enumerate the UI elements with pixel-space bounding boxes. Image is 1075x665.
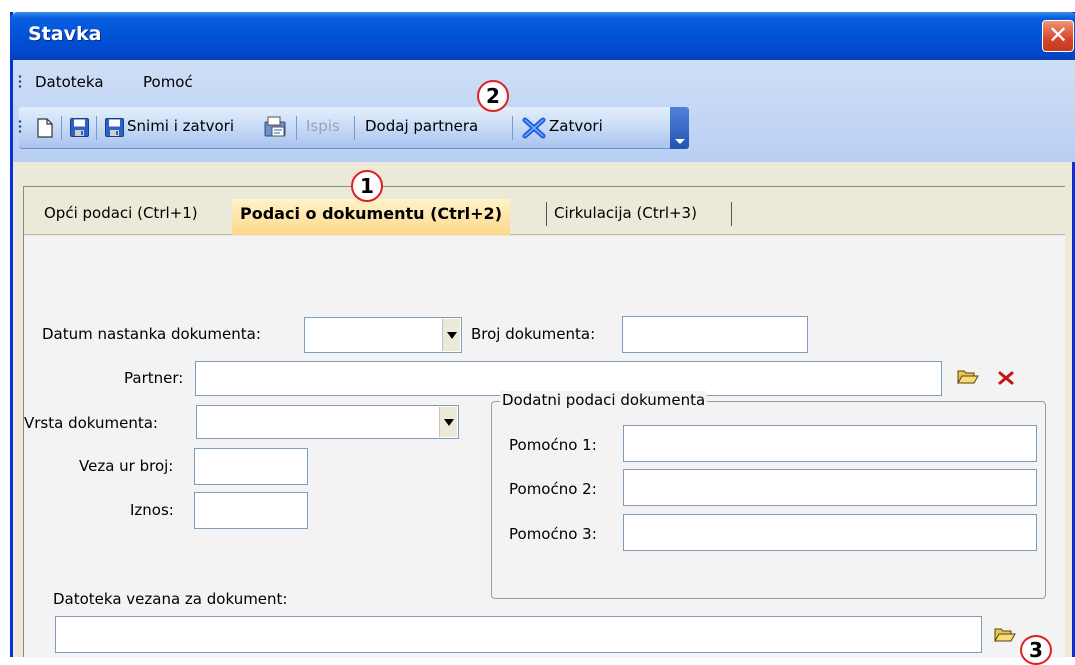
callout-2: 2 xyxy=(477,80,509,112)
doc-number-input[interactable] xyxy=(622,316,808,353)
aux3-input[interactable] xyxy=(623,514,1037,551)
aux3-label: Pomoćno 3: xyxy=(509,525,597,543)
clear-icon[interactable] xyxy=(998,371,1014,385)
extra-data-groupbox: Dodatni podaci dokumenta Pomoćno 1: Pomo… xyxy=(491,391,1046,599)
date-combo[interactable] xyxy=(304,317,462,353)
print-preview-icon[interactable] xyxy=(263,116,287,138)
ref-label: Veza ur broj: xyxy=(79,457,174,475)
menu-bar: Datoteka Pomoć xyxy=(13,60,1075,104)
doc-type-combo[interactable] xyxy=(196,405,459,439)
aux1-input[interactable] xyxy=(623,425,1037,462)
ref-input[interactable] xyxy=(194,448,308,485)
toolbar: Snimi i zatvori Ispis Dodaj partnera Zat… xyxy=(18,107,683,149)
doc-type-label: Vrsta dokumenta: xyxy=(24,414,158,432)
tab-cirkulacija[interactable]: Cirkulacija (Ctrl+3) xyxy=(554,204,697,222)
chevron-down-icon[interactable] xyxy=(439,407,457,437)
window-close-button[interactable]: ✕ xyxy=(1042,20,1074,52)
aux1-label: Pomoćno 1: xyxy=(509,436,597,454)
toolbar-separator xyxy=(61,116,62,140)
save-icon[interactable] xyxy=(70,118,89,137)
document-data-panel: Datum nastanka dokumenta: Broj dokumenta… xyxy=(24,236,1065,658)
chevron-down-icon[interactable] xyxy=(442,319,460,351)
tab-separator xyxy=(731,202,732,226)
file-input[interactable] xyxy=(55,616,982,653)
save-close-icon xyxy=(105,118,124,137)
aux2-label: Pomoćno 2: xyxy=(509,480,597,498)
save-close-label: Snimi i zatvori xyxy=(127,117,235,135)
toolbar-separator xyxy=(512,116,513,140)
menu-grip-icon[interactable] xyxy=(18,74,22,90)
window-title: Stavka xyxy=(28,23,102,45)
close-x-icon xyxy=(522,117,546,139)
amount-input[interactable] xyxy=(194,492,308,529)
tab-opci-podaci[interactable]: Opći podaci (Ctrl+1) xyxy=(44,204,198,222)
add-partner-button[interactable]: Dodaj partnera xyxy=(365,117,478,135)
callout-1: 1 xyxy=(351,170,383,202)
open-folder-icon[interactable] xyxy=(957,368,979,385)
tab-container: Opći podaci (Ctrl+1) Podaci o dokumentu … xyxy=(23,186,1065,658)
partner-label: Partner: xyxy=(124,369,184,387)
file-label: Datoteka vezana za dokument: xyxy=(53,590,288,608)
callout-3: 3 xyxy=(1020,635,1052,665)
toolbar-separator xyxy=(96,116,97,140)
command-area: Datoteka Pomoć Snimi i zatvori Ispis Dod… xyxy=(13,60,1075,162)
amount-label: Iznos: xyxy=(130,501,174,519)
aux2-input[interactable] xyxy=(623,469,1037,506)
extra-group-title: Dodatni podaci dokumenta xyxy=(500,391,708,409)
print-button[interactable]: Ispis xyxy=(306,117,340,135)
tab-podaci-o-dokumentu[interactable]: Podaci o dokumentu (Ctrl+2) xyxy=(232,199,510,235)
open-folder-icon[interactable] xyxy=(994,626,1016,643)
menu-pomoc[interactable]: Pomoć xyxy=(143,73,193,91)
new-document-icon[interactable] xyxy=(37,118,53,138)
close-label: Zatvori xyxy=(549,117,603,135)
toolbar-grip-icon[interactable] xyxy=(18,119,22,135)
tab-separator xyxy=(546,202,547,226)
doc-number-label: Broj dokumenta: xyxy=(471,325,596,343)
toolbar-overflow-chevron-icon[interactable] xyxy=(670,107,689,149)
tab-strip: Opći podaci (Ctrl+1) Podaci o dokumentu … xyxy=(24,193,1065,235)
toolbar-separator xyxy=(354,116,355,140)
dialog-window: Stavka ✕ Datoteka Pomoć Snimi i zatvori … xyxy=(10,12,1075,665)
toolbar-separator xyxy=(296,116,297,140)
menu-datoteka[interactable]: Datoteka xyxy=(35,73,104,91)
date-label: Datum nastanka dokumenta: xyxy=(42,325,261,343)
title-bar[interactable]: Stavka ✕ xyxy=(10,12,1075,60)
